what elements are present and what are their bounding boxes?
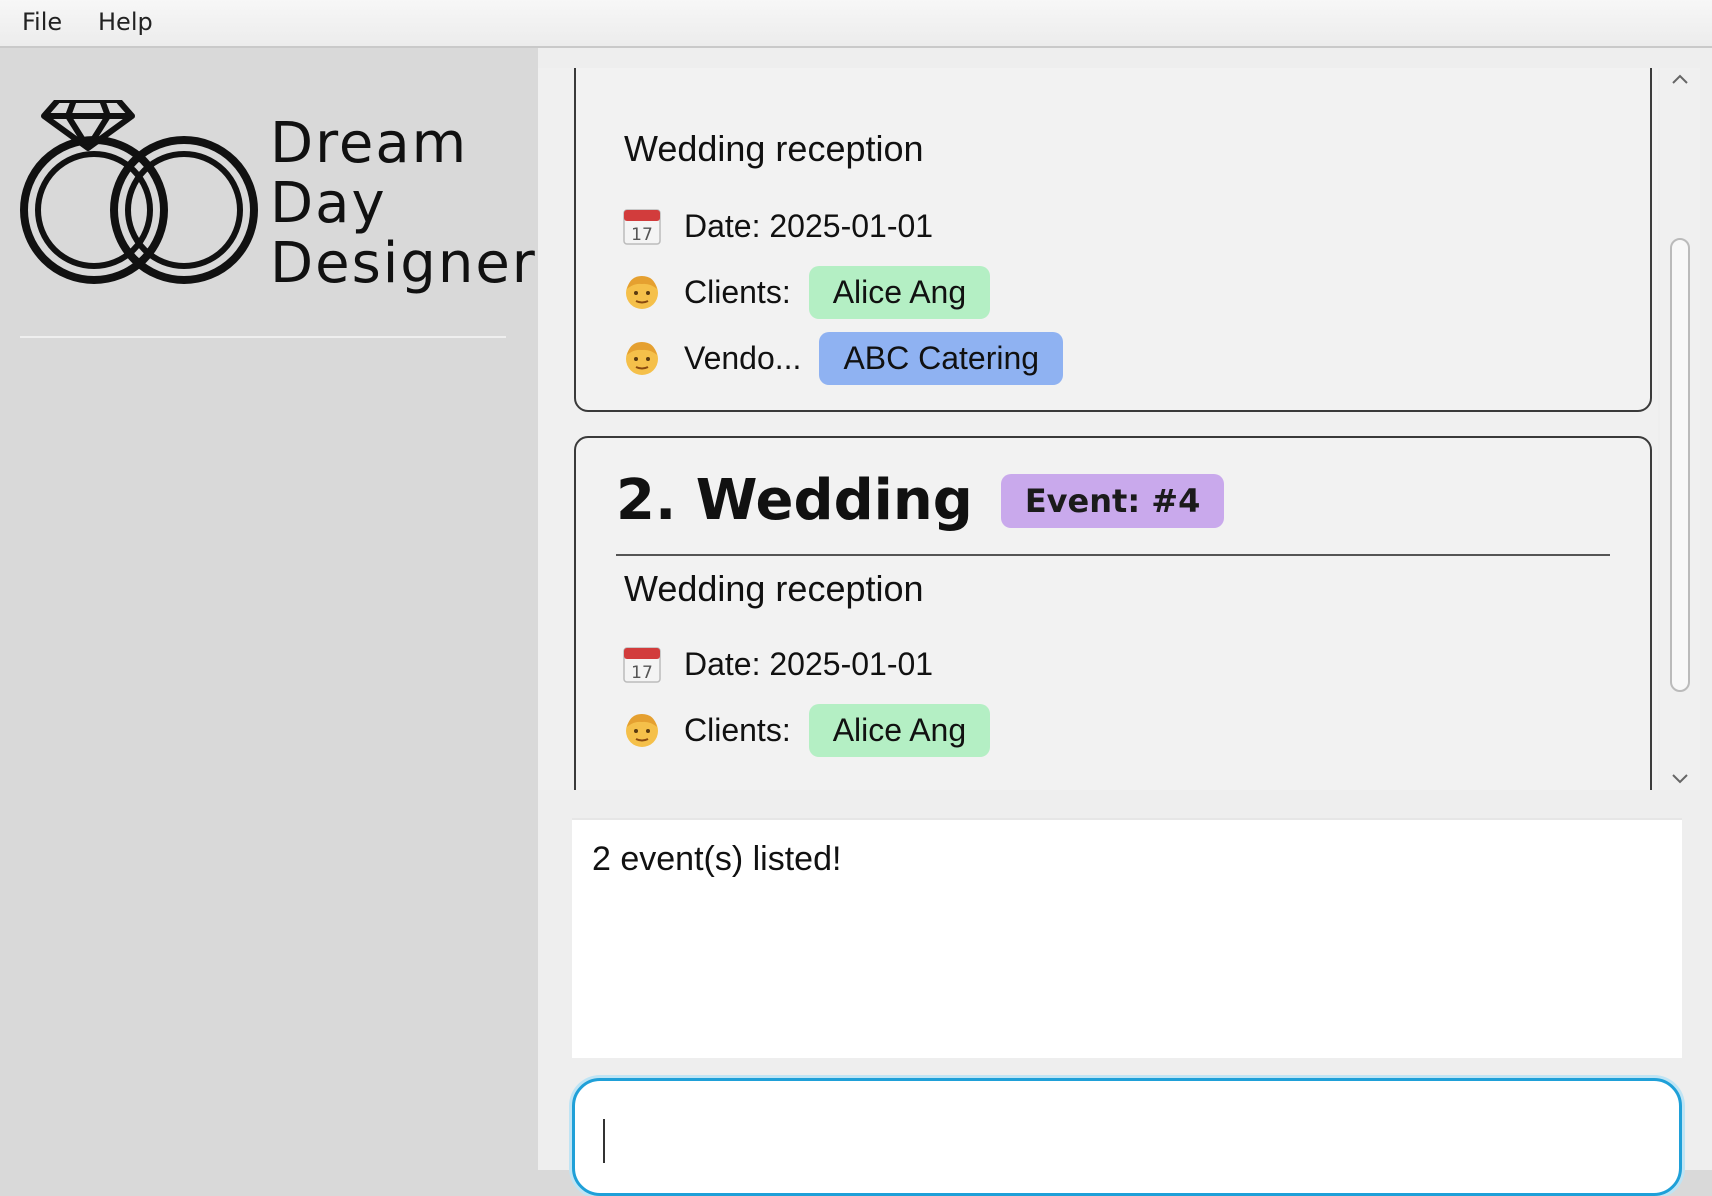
event-description: Wedding reception	[624, 568, 924, 609]
vendor-tag: ABC Catering	[819, 331, 1064, 385]
calendar-icon: 17	[622, 644, 662, 684]
event-clients-row: Clients: Alice Ang	[622, 264, 991, 320]
brand-line-2: Day	[270, 171, 387, 236]
chevron-up-icon[interactable]	[1670, 70, 1690, 90]
event-card[interactable]: 2. Wedding Event: #4 Wedding reception 1…	[574, 436, 1652, 790]
event-list[interactable]: Wedding reception 17 Date: 2025-01-01 Cl…	[538, 68, 1658, 790]
sidebar: Dream Day Designer	[0, 48, 538, 1170]
brand-line-1: Dream	[270, 111, 469, 176]
event-vendors-row: Vendo... ABC Catering	[622, 330, 1064, 386]
menu-help[interactable]: Help	[98, 8, 153, 36]
text-caret	[603, 1119, 605, 1163]
brand-name: Dream Day Designer	[270, 114, 537, 294]
event-clients-row: Clients: Alice Ang	[622, 702, 991, 758]
person-icon	[622, 272, 662, 312]
event-date: Date: 2025-01-01	[684, 645, 934, 682]
event-description: Wedding reception	[624, 128, 924, 169]
client-tag: Alice Ang	[808, 703, 991, 757]
event-card[interactable]: Wedding reception 17 Date: 2025-01-01 Cl…	[574, 68, 1652, 412]
menu-file[interactable]: File	[22, 8, 62, 36]
brand-line-3: Designer	[270, 231, 537, 296]
event-title: 2. Wedding	[616, 468, 973, 533]
vendors-label: Vendo...	[684, 339, 802, 376]
sidebar-divider	[20, 336, 506, 338]
calendar-icon: 17	[622, 206, 662, 246]
clients-label: Clients:	[684, 711, 791, 748]
result-message: 2 event(s) listed!	[592, 840, 842, 878]
scrollbar-thumb[interactable]	[1670, 238, 1690, 692]
event-date-row: 17 Date: 2025-01-01	[622, 636, 951, 692]
event-date: Date: 2025-01-01	[684, 207, 934, 244]
event-id-badge: Event: #4	[1000, 473, 1225, 528]
svg-text:17: 17	[631, 225, 653, 245]
clients-label: Clients:	[684, 273, 791, 310]
menu-bar: File Help	[0, 0, 1712, 48]
result-display: 2 event(s) listed!	[572, 818, 1682, 1058]
svg-text:17: 17	[631, 663, 653, 683]
card-divider	[616, 554, 1610, 556]
person-icon	[622, 338, 662, 378]
event-title-row: 2. Wedding Event: #4	[616, 468, 1225, 533]
main-panel: Wedding reception 17 Date: 2025-01-01 Cl…	[538, 48, 1712, 1196]
person-icon	[622, 710, 662, 750]
client-tag: Alice Ang	[808, 265, 991, 319]
event-list-scrollbar[interactable]	[1660, 68, 1700, 790]
chevron-down-icon[interactable]	[1670, 768, 1690, 788]
event-date-row: 17 Date: 2025-01-01	[622, 198, 951, 254]
rings-logo-icon	[20, 100, 258, 284]
command-input[interactable]	[572, 1078, 1682, 1196]
